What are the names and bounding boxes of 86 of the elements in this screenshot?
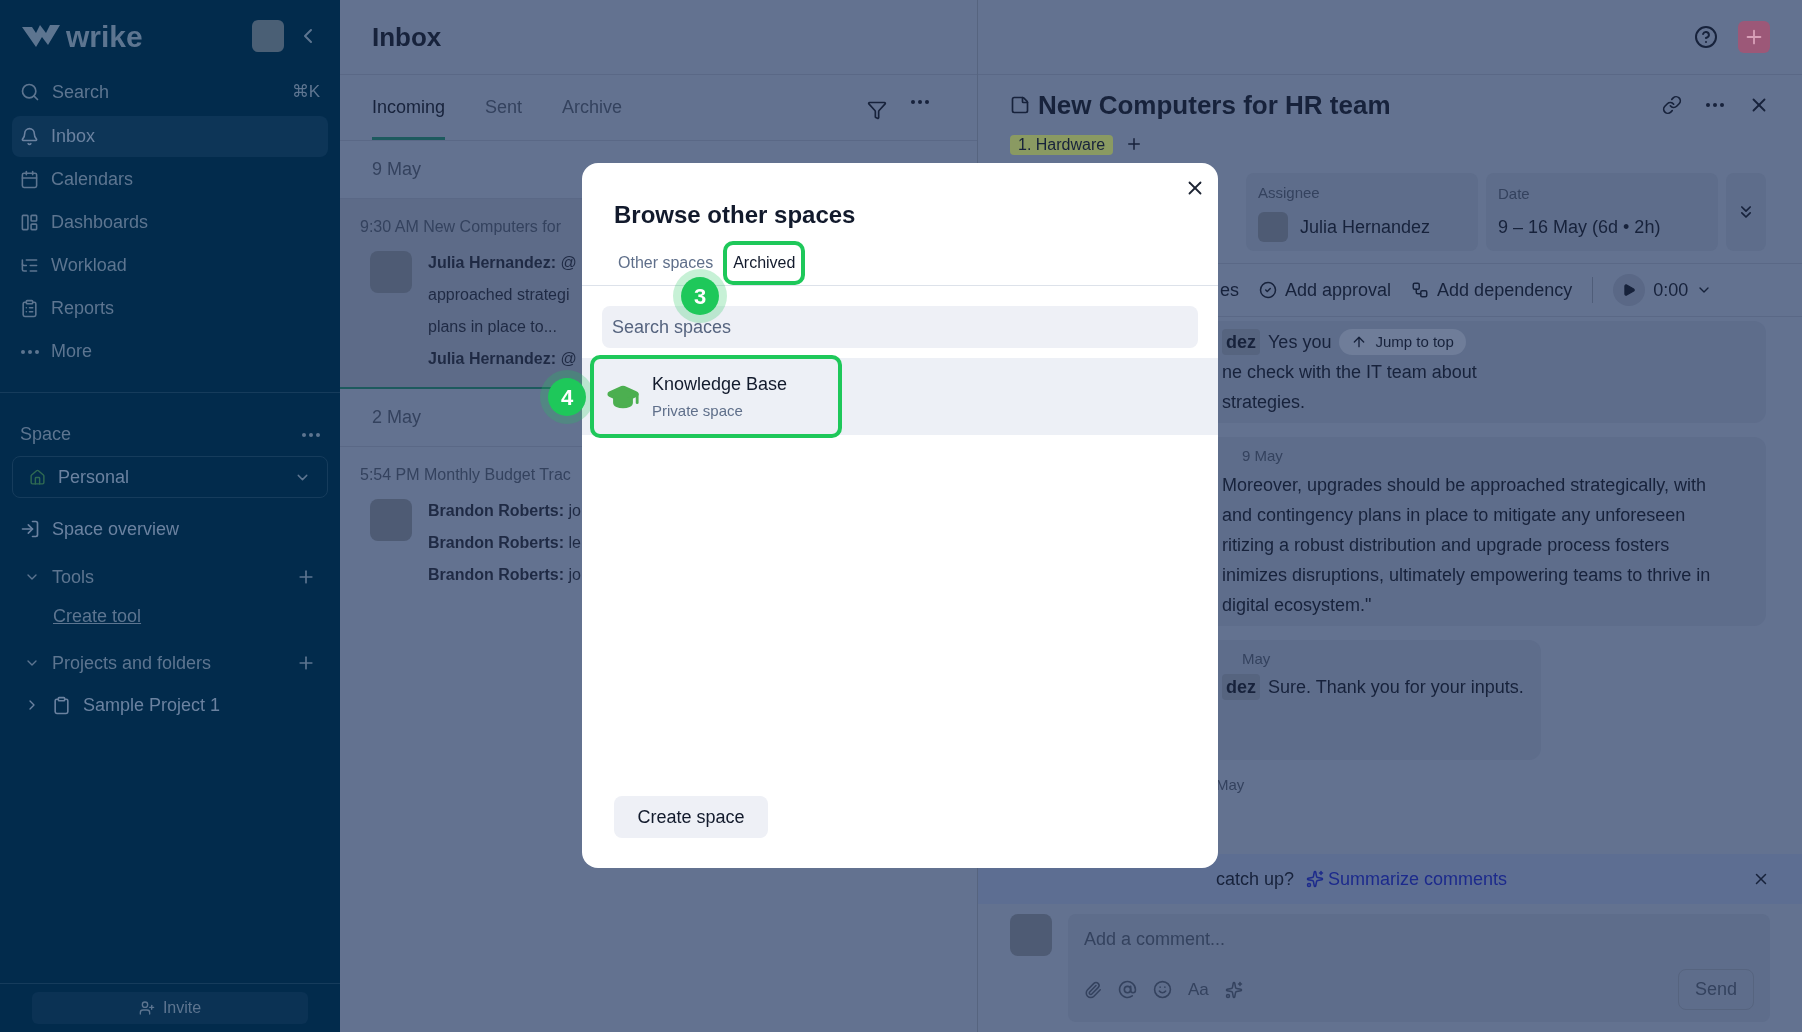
action-button[interactable]: Add approval bbox=[1259, 276, 1392, 304]
jump-to-top-button[interactable]: Jump to top bbox=[1339, 329, 1466, 355]
message-line: approached strategi bbox=[428, 285, 571, 305]
section-label[interactable]: Tools bbox=[52, 563, 284, 591]
search-field[interactable]: Search spaces bbox=[602, 306, 1198, 348]
field-value: 9 – 16 May (6d • 2h) bbox=[1498, 215, 1661, 239]
inbox-tab[interactable]: Incoming bbox=[372, 94, 446, 140]
home-icon bbox=[29, 468, 46, 486]
play-icon bbox=[1622, 283, 1637, 297]
add-button[interactable] bbox=[1738, 21, 1770, 53]
action-button[interactable]: Add dependency bbox=[1411, 276, 1573, 304]
message-line: Brandon Roberts: le bbox=[428, 533, 581, 553]
invite-button[interactable]: Invite bbox=[32, 992, 308, 1024]
space-selector[interactable]: Personal bbox=[12, 456, 328, 498]
logo-check-icon bbox=[20, 23, 62, 49]
avatar bbox=[1010, 914, 1052, 956]
mention-chip[interactable]: dez bbox=[1222, 329, 1260, 355]
nav-item[interactable]: Inbox bbox=[12, 116, 328, 157]
comment-text: Sure. Thank you for your inputs. bbox=[1268, 676, 1524, 699]
modal-title: Browse other spaces bbox=[614, 200, 857, 230]
sparkle-icon[interactable] bbox=[1224, 980, 1243, 999]
more-icon[interactable] bbox=[911, 100, 929, 104]
comment-text: Moreover, upgrades should be approached strategically, with bbox=[1222, 473, 1706, 497]
create-space-button[interactable]: Create space bbox=[614, 796, 768, 838]
comment-text: and contingency plans in place to mitigate any unforeseen bbox=[1222, 503, 1686, 527]
message-line: Brandon Roberts: jo bbox=[428, 565, 581, 585]
comment-text: digital ecosystem." bbox=[1222, 593, 1372, 617]
user-avatar[interactable] bbox=[252, 20, 284, 52]
at-sign-icon[interactable] bbox=[1118, 980, 1137, 999]
nav-item[interactable]: Reports bbox=[12, 288, 328, 329]
calendar-icon bbox=[20, 170, 39, 189]
avatar bbox=[370, 499, 412, 541]
sparkle-icon bbox=[1306, 870, 1325, 888]
mention-chip[interactable]: dez bbox=[1222, 674, 1260, 700]
project-item[interactable]: Sample Project 1 bbox=[0, 684, 340, 726]
message-line: plans in place to... bbox=[428, 317, 558, 337]
space-overview-item[interactable]: Space overview bbox=[12, 510, 328, 548]
bell-icon bbox=[20, 127, 39, 146]
space-name: Knowledge Base bbox=[652, 372, 788, 396]
step-badge: 3 bbox=[681, 277, 720, 315]
arrow-into-icon bbox=[20, 519, 40, 539]
nav-item[interactable]: Calendars bbox=[12, 159, 328, 200]
section-label: Space bbox=[20, 423, 72, 446]
comment-text: ne check with the IT team about bbox=[1222, 361, 1477, 384]
nav-item[interactable]: Dashboards bbox=[12, 202, 328, 243]
step-badge: 4 bbox=[548, 378, 586, 416]
comment-text: strategies. bbox=[1222, 391, 1306, 414]
clipboard-icon bbox=[20, 299, 39, 318]
check-circle-icon bbox=[1259, 281, 1277, 299]
clipboard-icon bbox=[52, 695, 71, 715]
section-label[interactable]: Projects and folders bbox=[52, 649, 284, 677]
action-button[interactable]: es bbox=[1220, 276, 1239, 304]
more-icon[interactable] bbox=[302, 432, 320, 437]
note-icon bbox=[1010, 95, 1030, 115]
page-title: Inbox bbox=[372, 20, 442, 54]
shortcut-label: ⌘K bbox=[291, 81, 320, 104]
filter-icon[interactable] bbox=[867, 100, 887, 120]
attach-icon[interactable] bbox=[1084, 980, 1102, 999]
search-item[interactable]: Search ⌘K bbox=[12, 72, 328, 112]
task-title: New Computers for HR team bbox=[1038, 88, 1392, 122]
comment-text: Yes you bbox=[1268, 331, 1332, 354]
nav-item[interactable]: Workload bbox=[12, 245, 328, 286]
help-icon[interactable] bbox=[1694, 25, 1718, 49]
dashboard-icon bbox=[20, 213, 39, 232]
summarize-link[interactable]: Summarize comments bbox=[1306, 865, 1508, 893]
summary-text: catch up? bbox=[1216, 867, 1295, 891]
field-value: Julia Hernandez bbox=[1300, 215, 1431, 239]
space-subtitle: Private space bbox=[652, 400, 744, 421]
dependency-icon bbox=[1411, 281, 1430, 299]
smiley-icon[interactable] bbox=[1153, 980, 1172, 999]
message-line: Julia Hernandez: @ bbox=[428, 253, 577, 273]
more-icon[interactable] bbox=[1706, 103, 1724, 107]
message-line: Julia Hernandez: @ bbox=[428, 349, 577, 369]
nav-item[interactable]: More bbox=[12, 331, 328, 372]
comment-text: inimizes disruptions, ultimately empowering teams to thrive in bbox=[1222, 563, 1711, 587]
message-line: Brandon Roberts: jo bbox=[428, 501, 581, 521]
comment-text: ritizing a robust distribution and upgrade process fosters bbox=[1222, 533, 1670, 557]
more-icon[interactable] bbox=[20, 349, 39, 354]
link-icon[interactable] bbox=[1662, 95, 1682, 115]
logo-wordmark: wrike bbox=[66, 18, 143, 55]
list-icon bbox=[20, 256, 39, 275]
add-user-icon bbox=[138, 1000, 155, 1016]
tag[interactable]: 1. Hardware bbox=[1010, 135, 1114, 155]
search-icon bbox=[20, 82, 40, 102]
create-tool-link[interactable]: Create tool bbox=[53, 602, 142, 630]
timer-button[interactable]: 0:00 bbox=[1613, 274, 1713, 306]
